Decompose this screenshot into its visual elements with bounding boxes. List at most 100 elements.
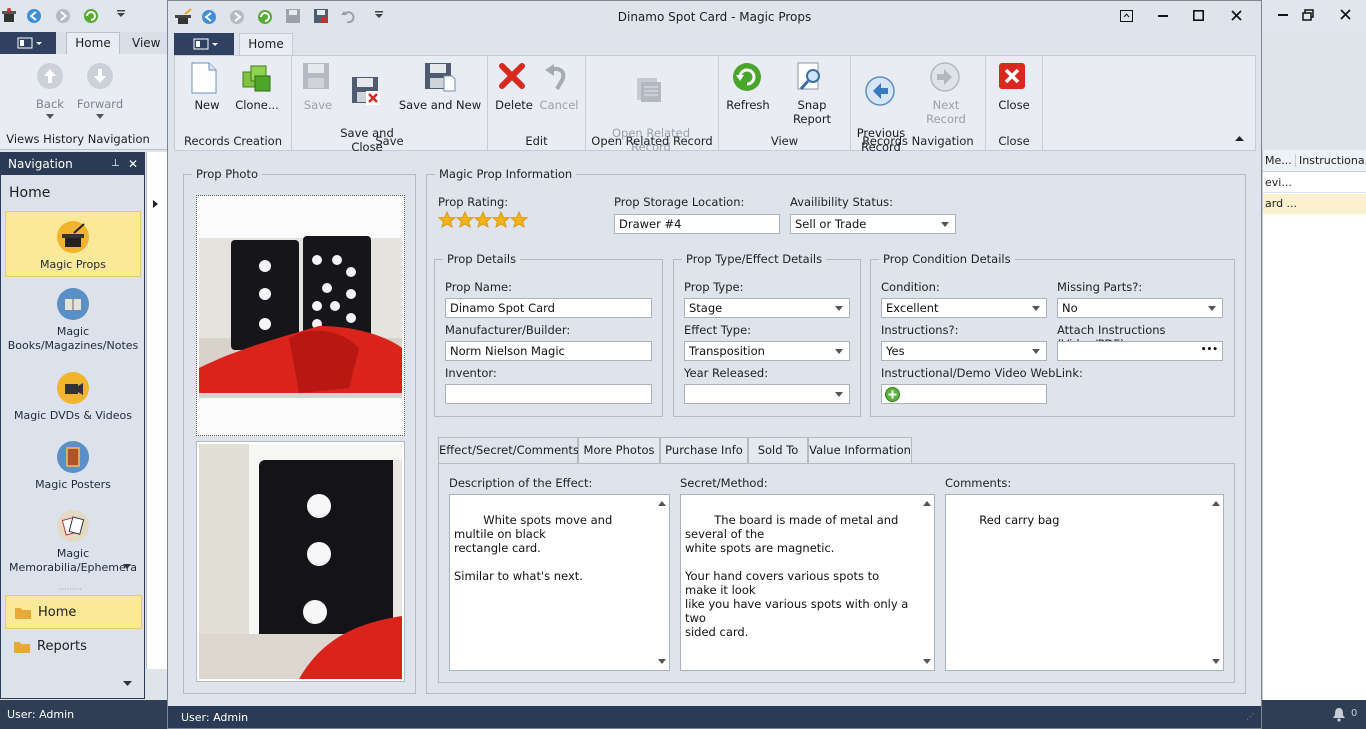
prop-type-dropdown[interactable]: Stage (684, 298, 850, 318)
rating-star-icon[interactable] (510, 211, 528, 228)
rating-star-icon[interactable] (438, 211, 456, 228)
grid-row[interactable]: evi... (1263, 173, 1366, 193)
tab-effect-secret-comments[interactable]: Effect/Secret/Comments (438, 437, 579, 464)
add-link-icon[interactable] (885, 387, 900, 402)
nav-item-magic-memorabilia[interactable]: Magic Memorabilia/Ephemera (5, 509, 141, 575)
prop-photo-2[interactable] (196, 441, 405, 682)
photo-spot-card-image (199, 444, 402, 679)
nav-item-label: Magic Props (40, 258, 106, 271)
nav-item-magic-books[interactable]: Magic Books/Magazines/Notes (5, 287, 141, 357)
comments-textarea[interactable]: Red carry bag (945, 494, 1224, 671)
attach-instructions-input[interactable]: ••• (1057, 341, 1223, 361)
description-scrollbar[interactable] (655, 495, 669, 670)
save-and-new-button[interactable]: Save and New (398, 62, 482, 112)
tab-value-information[interactable]: Value Information (808, 437, 912, 463)
tab-more-photos[interactable]: More Photos (578, 437, 660, 463)
save-button[interactable]: Save (298, 62, 338, 112)
grid-col-header[interactable]: Instructiona... (1295, 154, 1366, 167)
weblink-input[interactable] (881, 384, 1047, 404)
nav-item-magic-dvds[interactable]: Magic DVDs & Videos (5, 371, 141, 425)
tab-home[interactable]: Home (239, 33, 293, 56)
comments-scrollbar[interactable] (1209, 495, 1223, 670)
collapse-ribbon-icon[interactable] (1235, 136, 1244, 142)
prop-rating-label: Prop Rating: (438, 195, 509, 209)
expand-arrow-icon[interactable] (153, 200, 159, 208)
grid-col-header[interactable]: Me... (1265, 154, 1292, 167)
back-minimize-icon[interactable] (1278, 9, 1288, 19)
inventor-input[interactable] (445, 384, 652, 404)
year-released-dropdown[interactable] (684, 384, 850, 404)
back-button[interactable]: Back (30, 62, 70, 120)
nav-item-magic-posters[interactable]: Magic Posters (5, 440, 141, 494)
magic-prop-info-panel: Magic Prop Information Prop Rating: Prop… (426, 167, 1246, 694)
effect-type-dropdown[interactable]: Transposition (684, 341, 850, 361)
previous-arrow-icon (865, 76, 897, 108)
close-window-icon[interactable] (1231, 10, 1242, 21)
manufacturer-input[interactable]: Norm Nielson Magic (445, 341, 652, 361)
rating-star-icon[interactable] (492, 211, 510, 228)
previous-record-button[interactable]: Previous Record (855, 62, 907, 168)
minimize-icon[interactable] (1158, 10, 1168, 20)
magic-prop-info-title: Magic Prop Information (435, 167, 577, 181)
nav-item-magic-props[interactable]: Magic Props (5, 211, 141, 277)
new-button[interactable]: New (185, 62, 229, 112)
back-file-menu-button[interactable] (0, 32, 56, 54)
file-menu-button[interactable] (174, 33, 234, 55)
delete-label: Delete (495, 98, 533, 112)
tab-sold-to[interactable]: Sold To (748, 437, 808, 463)
save-and-close-button[interactable]: Save and Close (340, 62, 394, 168)
nav-group-reports[interactable]: Reports (5, 630, 142, 664)
tab-purchase-info[interactable]: Purchase Info (660, 437, 748, 463)
save-label: Save (303, 98, 333, 112)
secret-method-textarea[interactable]: The board is made of metal and several o… (680, 494, 935, 671)
refresh-icon[interactable] (83, 8, 99, 24)
nav-more-icon[interactable] (123, 564, 131, 570)
save-close-icon (351, 76, 383, 108)
secret-method-scrollbar[interactable] (920, 495, 934, 670)
rating-star-icon[interactable] (474, 211, 492, 228)
open-related-record-button[interactable]: Open Related Record (606, 62, 696, 168)
effect-type-label: Effect Type: (684, 323, 752, 337)
back-restore-icon[interactable] (1302, 9, 1314, 21)
prop-name-input[interactable]: Dinamo Spot Card (445, 298, 652, 318)
nav-group-home[interactable]: Home (5, 595, 142, 629)
maximize-icon[interactable] (1193, 10, 1204, 21)
rating-star-icon[interactable] (456, 211, 474, 228)
clone-button[interactable]: Clone... (233, 62, 281, 112)
nav-bottom-chevron-icon[interactable] (123, 681, 132, 687)
availability-status-dropdown[interactable]: Sell or Trade (790, 214, 956, 234)
snap-report-button[interactable]: Snap Report (777, 62, 847, 126)
notification-bell-icon[interactable] (1332, 707, 1346, 722)
close-button[interactable]: Close (992, 62, 1036, 112)
resize-grip-icon[interactable]: ⋰ (1246, 712, 1254, 721)
storage-location-input[interactable]: Drawer #4 (614, 214, 780, 234)
forward-button[interactable]: Forward (76, 62, 124, 120)
next-record-label: Next Record (926, 98, 966, 126)
condition-dropdown[interactable]: Excellent (881, 298, 1047, 318)
nav-item-label: Magic DVDs & Videos (14, 409, 132, 422)
back-tab-view[interactable]: View (132, 36, 160, 50)
refresh-button[interactable]: Refresh (723, 62, 773, 112)
back-tab-home[interactable]: Home (66, 32, 120, 55)
nav-close-icon[interactable]: ✕ (128, 153, 138, 175)
missing-parts-dropdown[interactable]: No (1057, 298, 1223, 318)
description-textarea[interactable]: White spots move and multile on black re… (449, 494, 670, 671)
magic-hat-icon (57, 221, 89, 253)
browse-ellipsis-button[interactable]: ••• (1201, 341, 1218, 359)
cancel-button[interactable]: Cancel (538, 62, 580, 112)
grid-row[interactable]: ard ... (1263, 194, 1366, 214)
prop-photo-1[interactable] (196, 195, 405, 436)
back-arrow-icon[interactable] (26, 8, 42, 24)
comments-label: Comments: (945, 476, 1012, 490)
ribbon-display-icon[interactable] (1120, 10, 1133, 22)
instructions-dropdown[interactable]: Yes (881, 341, 1047, 361)
ribbon-group-close: Close Close (986, 56, 1043, 150)
next-record-button[interactable]: Next Record (911, 62, 981, 126)
prop-rating-stars[interactable] (438, 211, 528, 228)
nav-splitter[interactable]: ········· (59, 585, 82, 594)
delete-button[interactable]: Delete (492, 62, 536, 112)
qat-dropdown-icon[interactable] (116, 10, 126, 18)
forward-arrow-icon[interactable] (55, 8, 71, 24)
back-close-icon[interactable] (1340, 9, 1351, 20)
pin-icon[interactable]: ⊥ (111, 153, 120, 175)
